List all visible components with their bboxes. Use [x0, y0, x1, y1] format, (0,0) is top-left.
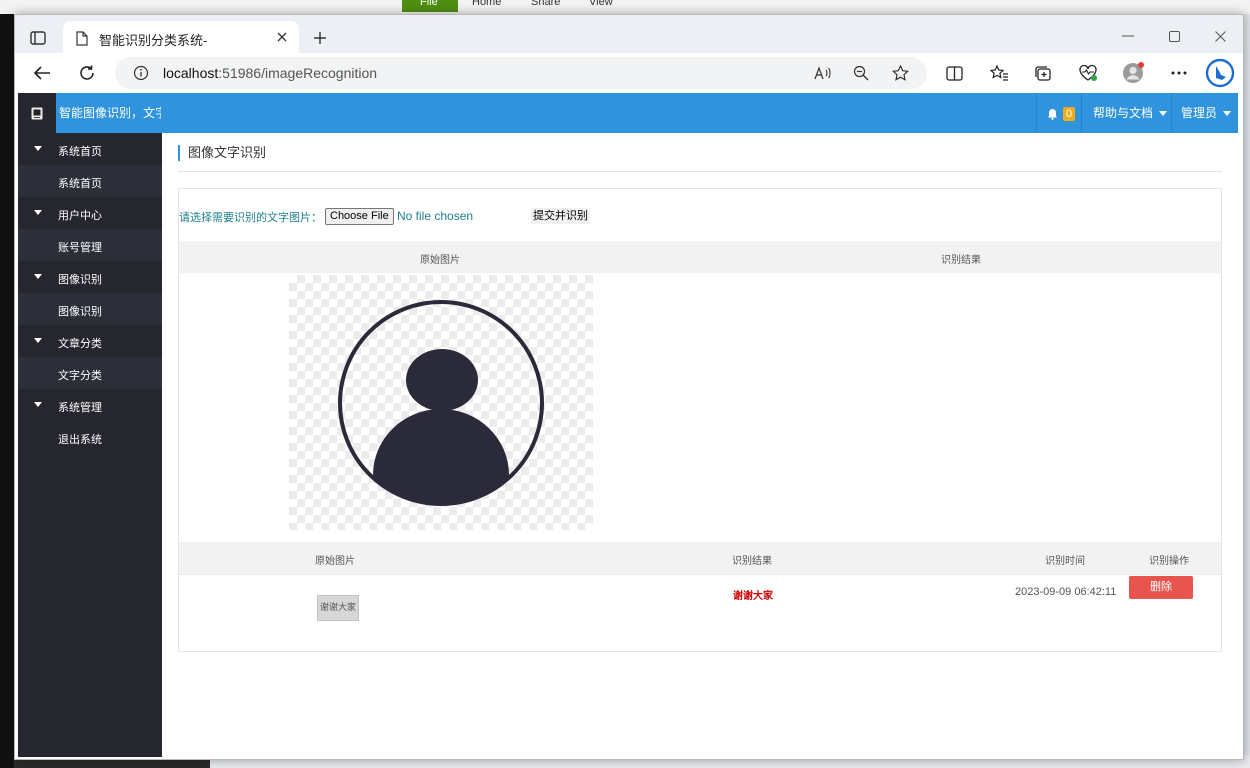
history-header-result: 识别结果	[732, 556, 772, 567]
background-tab-home: Home	[472, 0, 502, 8]
sidebar-item-label: 账号管理	[58, 242, 102, 254]
sidebar-group-label: 图像识别	[58, 274, 102, 286]
background-window-strip	[0, 0, 1250, 14]
choose-file-button[interactable]: Choose File	[325, 208, 394, 225]
triangle-down-icon	[34, 274, 42, 279]
url-path: :51986/imageRecognition	[218, 65, 378, 81]
title-divider	[178, 171, 1222, 172]
sidebar: 系统首页 系统首页 用户中心 账号管理 图像识别 图像识别 文章分类 文字分类 …	[18, 133, 162, 757]
preview-table-header: 原始图片 识别结果	[179, 241, 1221, 273]
triangle-down-icon	[34, 402, 42, 407]
close-tab-icon[interactable]	[275, 30, 289, 44]
sidebar-group-image-recognition[interactable]: 图像识别	[18, 261, 162, 293]
top-navbar: 智能图像识别，文字 0 帮助与文档 管理员	[18, 93, 1238, 133]
sidebar-group-label: 系统首页	[58, 146, 102, 158]
preview-header-original: 原始图片	[420, 255, 460, 266]
brand-title: 智能图像识别，文字	[59, 106, 161, 120]
background-left-window	[0, 14, 14, 768]
profile-avatar[interactable]	[1121, 61, 1145, 85]
admin-user-menu[interactable]: 管理员	[1171, 93, 1239, 133]
zoom-out-icon[interactable]	[852, 64, 870, 82]
file-status-text: No file chosen	[397, 209, 474, 223]
bing-copilot-icon[interactable]	[1205, 58, 1235, 88]
triangle-down-icon	[34, 210, 42, 215]
url-text: localhost:51986/imageRecognition	[163, 65, 377, 81]
sidebar-group-system-management[interactable]: 系统管理	[18, 389, 162, 421]
sidebar-item-account-management[interactable]: 账号管理	[18, 229, 162, 261]
user-avatar-icon	[338, 300, 544, 506]
sidebar-group-user-center[interactable]: 用户中心	[18, 197, 162, 229]
address-bar: localhost:51986/imageRecognition	[15, 53, 1243, 93]
url-host: localhost	[163, 65, 219, 81]
background-tab-share: Share	[531, 0, 561, 8]
history-thumbnail: 谢谢大家	[317, 595, 359, 621]
bell-icon	[1047, 93, 1058, 133]
new-tab-icon[interactable]	[311, 29, 329, 47]
minimize-icon[interactable]	[1119, 27, 1137, 45]
more-options-icon[interactable]	[1169, 64, 1189, 82]
triangle-down-icon	[34, 146, 42, 151]
site-info-icon[interactable]	[133, 65, 149, 81]
sidebar-item-text-classification[interactable]: 文字分类	[18, 357, 162, 389]
sidebar-item-label: 图像识别	[58, 306, 102, 318]
main-content: 图像文字识别 请选择需要识别的文字图片： Choose File No file…	[162, 133, 1238, 757]
collections-icon[interactable]	[1033, 64, 1053, 82]
chevron-down-icon	[1223, 111, 1232, 117]
close-window-icon[interactable]	[1211, 27, 1229, 45]
sidebar-group-label: 系统管理	[58, 402, 102, 414]
refresh-icon[interactable]	[77, 63, 97, 83]
upload-label: 请选择需要识别的文字图片：	[179, 212, 322, 224]
logo[interactable]	[18, 93, 56, 133]
sidebar-group-article-classification[interactable]: 文章分类	[18, 325, 162, 357]
url-field[interactable]: localhost:51986/imageRecognition	[115, 57, 927, 89]
tab-actions-icon[interactable]	[29, 29, 47, 47]
history-time-text: 2023-09-09 06:42:11	[1015, 586, 1117, 598]
tab-title: 智能识别分类系统-	[99, 33, 208, 48]
sidebar-item-label: 系统首页	[58, 178, 102, 190]
triangle-down-icon	[34, 338, 42, 343]
web-app: 智能图像识别，文字 0 帮助与文档 管理员 系统首页 系统首页 用户中心 账号管…	[18, 93, 1238, 757]
read-aloud-icon[interactable]	[813, 64, 833, 82]
page-title: 图像文字识别	[178, 145, 266, 161]
browser-tab[interactable]: 智能识别分类系统-	[63, 21, 299, 53]
notification-badge: 0	[1060, 93, 1076, 133]
history-header-action: 识别操作	[1149, 556, 1189, 567]
background-tab-view: View	[589, 0, 613, 8]
sidebar-item-label: 文字分类	[58, 370, 102, 382]
split-screen-icon[interactable]	[945, 64, 963, 82]
browser-essentials-icon[interactable]	[1077, 63, 1099, 83]
browser-tab-bar: 智能识别分类系统-	[15, 15, 1243, 53]
back-icon[interactable]	[31, 63, 53, 83]
original-image-preview	[289, 275, 593, 530]
history-header-original: 原始图片	[315, 556, 355, 567]
sidebar-item-logout[interactable]: 退出系统	[18, 421, 162, 453]
favorite-star-icon[interactable]	[891, 64, 909, 82]
submit-recognize-button[interactable]: 提交并识别	[531, 208, 590, 224]
help-docs-menu[interactable]: 帮助与文档	[1081, 93, 1172, 133]
maximize-icon[interactable]	[1165, 27, 1183, 45]
favorites-icon[interactable]	[989, 64, 1009, 82]
recognition-panel: 请选择需要识别的文字图片： Choose File No file chosen…	[178, 188, 1222, 652]
history-result-text: 谢谢大家	[733, 591, 773, 602]
history-header-time: 识别时间	[1045, 556, 1085, 567]
history-table-header: 原始图片 识别结果 识别时间 识别操作	[179, 542, 1221, 574]
delete-button[interactable]: 删除	[1129, 576, 1193, 599]
sidebar-item-home[interactable]: 系统首页	[18, 165, 162, 197]
row-divider	[179, 574, 1221, 575]
help-docs-label: 帮助与文档	[1093, 106, 1154, 120]
sidebar-group-label: 用户中心	[58, 210, 102, 222]
admin-user-label: 管理员	[1181, 106, 1218, 120]
page-icon	[75, 30, 89, 46]
sidebar-group-label: 文章分类	[58, 338, 102, 350]
notifications-button[interactable]: 0	[1036, 93, 1081, 133]
sidebar-item-image-recognition[interactable]: 图像识别	[18, 293, 162, 325]
browser-window: 智能识别分类系统- localhost:51986/imageRecogniti…	[14, 14, 1244, 760]
background-tab-file: File	[420, 0, 438, 8]
sidebar-item-label: 退出系统	[58, 434, 102, 446]
chevron-down-icon	[1159, 111, 1168, 117]
preview-header-result: 识别结果	[941, 255, 981, 266]
sidebar-group-home[interactable]: 系统首页	[18, 133, 162, 165]
